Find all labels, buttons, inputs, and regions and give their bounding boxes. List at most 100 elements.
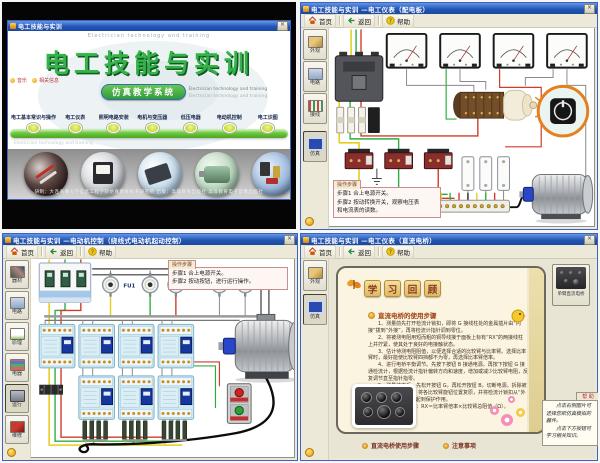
sidebar-item-simulation[interactable]: 仿真 [303,131,327,162]
title-char: 习 [384,280,401,297]
motor [218,314,294,382]
help-button[interactable]: ? 帮助 [382,245,414,259]
music-icon[interactable] [305,217,314,226]
window-title: 电工技能与实训 —电工仪表（配电板） [311,4,582,14]
contactor [118,376,154,420]
knife-switch[interactable] [39,385,63,395]
menu-item-basics[interactable]: 电工基本常识与操作 [11,114,56,133]
close-icon[interactable]: × [277,21,288,31]
flower-decoration [508,396,515,403]
circuit-breaker[interactable] [335,52,383,102]
section-title: 直流电桥的使用步骤 [378,310,437,320]
sidebar: 外观 仿真 [301,258,329,460]
sidebar-label: 仿真 [310,152,320,157]
home-icon [308,16,317,25]
help-icon: ? [88,247,97,256]
help-button[interactable]: ? 帮助 [84,245,116,259]
close-icon[interactable]: × [584,235,595,245]
circuit-icon [308,68,323,80]
menu-item-lowvoltage[interactable]: 低压电器 [172,114,211,133]
music-icon[interactable] [305,448,314,457]
sidebar-item-appearance[interactable]: 外观 [303,29,327,60]
splash-content: Electrician technology and training 音乐 相… [8,31,290,199]
help-label: 帮助 [397,16,410,26]
sidebar-item-appearance[interactable]: 外观 [303,260,327,291]
menu-item-meters[interactable]: 电工仪表 [56,114,95,133]
menu-item-machines[interactable]: 电机与变压器 [133,114,172,133]
back-button[interactable]: 返回 [45,245,77,259]
sidebar-label: 器材 [12,279,22,284]
magnifier-callout [535,86,587,136]
menu-label: 电工基本常识与操作 [11,114,56,121]
learning-page: 学 习 回 顾 直流电桥的使用步骤 1、测量前先打开检流计锁扣，即将 G 接线柱… [336,266,546,434]
close-icon[interactable]: × [284,235,295,245]
contactor [79,376,115,420]
help-button[interactable]: ?帮助 [382,14,414,28]
home-label: 首页 [319,16,332,26]
menu-oval-icon [261,123,274,133]
circuit-breaker[interactable] [39,263,90,303]
panel-meter [494,34,534,68]
home-button[interactable]: 首页 [304,245,336,259]
simulation-canvas[interactable]: 操作步骤 步骤1 合上电源开关。 步骤2 按动转换开关，观察电压表 和电流表的读… [328,27,595,227]
menu-item-motorcontrol[interactable]: 电动机控制 [210,114,249,133]
sidebar-item-principle[interactable]: 原理 [5,322,29,351]
home-label: 首页 [319,247,332,257]
review-main-area: 学 习 回 顾 直流电桥的使用步骤 1、测量前先打开检流计锁扣，即将 G 接线柱… [328,258,595,458]
terminal-components [462,157,510,191]
menu-item-drawings[interactable]: 电工识图 [249,114,288,133]
help-panel-text: 点击右侧图片可选择您欲仿真模拟的器件。 点击下方按钮可学习相关知识。 [542,400,598,446]
fuse-label: FU1 [123,284,135,290]
home-button[interactable]: 首页 [304,14,336,28]
title-bar: 电工技能与实训 —电工仪表（配电板） × [301,3,597,14]
music-icon[interactable] [7,448,16,457]
help-label: 帮助 [99,247,112,257]
review-quadrant: 电工技能与实训 —电工仪表（直流电桥） × 首页 返回 ? 帮助 外观 仿真 [300,233,598,461]
sidebar-item-run[interactable]: 运行 [5,384,29,413]
toolbar-separator [41,247,42,256]
sidebar-item-circuit[interactable]: 电路 [5,291,29,320]
svg-text:?: ? [91,250,94,256]
simulation-canvas[interactable]: FU1 FU2 [30,258,295,458]
help-label: 帮助 [397,247,410,257]
terminal-strip [436,200,509,212]
splash-quadrant: 电工技能与实训 × Electrician technology and tra… [2,2,296,229]
body-step: 1、测量前先打开检流计锁扣，即将 G 接线柱处的金属插片由“内接”拨到“外接”，… [368,321,528,335]
window-title: 电工技能与实训 [18,22,275,31]
sidebar-item-equipment[interactable]: 器材 [5,260,29,289]
review-window: 电工技能与实训 —电工仪表（直流电桥） × 首页 返回 ? 帮助 外观 仿真 [300,233,598,461]
home-button[interactable]: 首页 [6,245,38,259]
home-label: 首页 [21,247,34,257]
screenshot-grid: 电工技能与实训 × Electrician technology and tra… [0,0,600,463]
menu-oval-icon [69,123,82,133]
link-usage-steps[interactable]: 直流电桥使用步骤 [362,441,419,450]
sidebar-item-wiring[interactable]: 接线 [303,93,327,124]
current-transformer [385,149,413,169]
sidebar-item-circuit[interactable]: 电路 [303,61,327,92]
english-subtitle: Electrician technology and training [188,87,267,92]
sidebar-item-devices[interactable]: 电器 [5,353,29,382]
sidebar-label: 外观 [310,49,320,54]
bridge-photo [352,384,416,428]
menu-oval-icon [107,123,120,133]
panel-meter [387,34,427,68]
menu-item-lighting[interactable]: 照明电路安装 [95,114,134,133]
back-button[interactable]: 返回 [343,245,375,259]
sidebar-item-simulation[interactable]: 仿真 [303,294,327,325]
sidebar-label: 外观 [310,280,320,285]
monitor-icon [307,300,324,314]
close-icon[interactable]: × [584,4,595,14]
fuse-block[interactable] [337,107,380,133]
svg-text:?: ? [389,250,392,256]
link-precautions[interactable]: 注意事项 [443,441,476,450]
device-thumbnail-button[interactable]: 单臂直流电桥 [552,264,590,306]
sidebar-item-repair[interactable]: 维修 [5,415,29,444]
tools-icon [10,421,25,433]
title-bar: 电工技能与实训 —电工仪表（直流电桥） × [301,234,597,245]
flower-decoration [516,408,525,417]
button-station[interactable] [227,384,251,424]
back-button[interactable]: 返回 [343,14,375,28]
resistor-bank [162,419,187,441]
sidebar-label: 仿真 [310,315,320,320]
rotary-switch[interactable] [453,90,537,120]
